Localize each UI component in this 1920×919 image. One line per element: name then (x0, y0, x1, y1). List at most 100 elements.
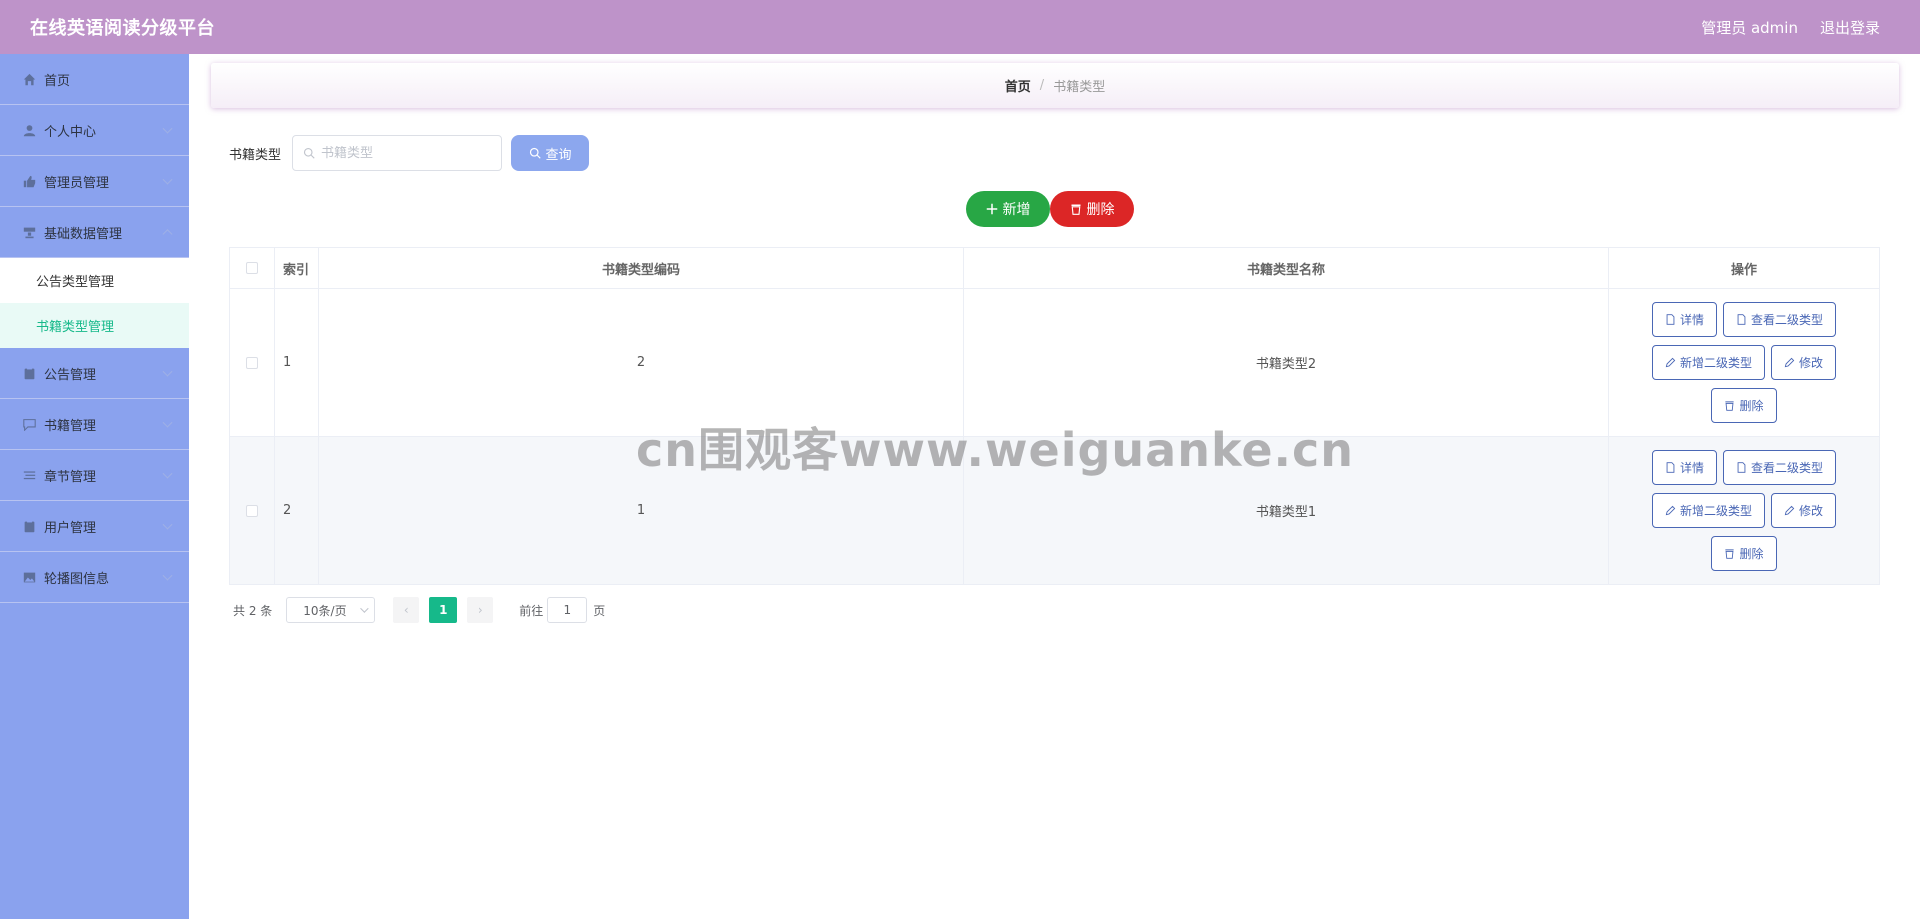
row-checkbox[interactable] (246, 356, 258, 369)
sidebar-subitem-book-type[interactable]: 书籍类型管理 (0, 303, 189, 348)
thumb-icon (22, 174, 36, 188)
sidebar-item-basic-data[interactable]: 基础数据管理 (0, 207, 189, 258)
sidebar-item-admin[interactable]: 管理员管理 (0, 156, 189, 207)
view-sub-type-button[interactable]: 查看二级类型 (1723, 450, 1837, 485)
top-header: 在线英语阅读分级平台 管理员 admin 退出登录 (0, 0, 1920, 54)
add-sub-label: 新增二级类型 (1679, 356, 1752, 370)
search-form: 书籍类型 查询 (229, 135, 590, 171)
add-button-label: 新增 (1002, 202, 1031, 218)
table-row: 2 1 书籍类型1 详情 查看二级类型 新增二级类型 修改 删除 (229, 436, 1880, 585)
server-icon (22, 225, 36, 239)
sidebar-item-label: 轮播图信息 (44, 571, 110, 587)
header-index: 索引 (274, 247, 319, 289)
home-icon (22, 72, 36, 86)
row-index: 1 (274, 288, 319, 437)
detail-button[interactable]: 详情 (1651, 302, 1717, 337)
plus-icon (986, 203, 997, 215)
total-count: 共 2 条 (233, 603, 273, 618)
app-title: 在线英语阅读分级平台 (30, 18, 215, 39)
detail-label: 详情 (1679, 461, 1704, 475)
sidebar-item-label: 个人中心 (44, 124, 97, 140)
search-icon (529, 147, 541, 159)
view-sub-type-button[interactable]: 查看二级类型 (1723, 302, 1837, 337)
add-sub-type-button[interactable]: 新增二级类型 (1651, 345, 1765, 380)
search-button[interactable]: 查询 (511, 135, 590, 171)
sidebar-item-books[interactable]: 书籍管理 (0, 399, 189, 450)
chevron-down-icon (162, 570, 173, 581)
row-check-cell (229, 288, 275, 437)
chevron-up-icon (162, 229, 173, 240)
chevron-down-icon (360, 604, 369, 613)
sidebar-item-label: 管理员管理 (44, 175, 110, 191)
batch-delete-button[interactable]: 删除 (1050, 191, 1134, 227)
header-name: 书籍类型名称 (963, 247, 1609, 289)
sidebar-item-label: 章节管理 (44, 469, 97, 485)
edit-button[interactable]: 修改 (1771, 345, 1837, 380)
chevron-down-icon (162, 174, 173, 185)
trash-icon (1725, 549, 1735, 559)
edit-button[interactable]: 修改 (1771, 493, 1837, 528)
sidebar-item-users[interactable]: 用户管理 (0, 501, 189, 552)
book-type-table: 索引 书籍类型编码 书籍类型名称 操作 1 2 书籍类型2 详情 查看二级类型 … (229, 247, 1880, 585)
row-checkbox[interactable] (246, 504, 258, 517)
chevron-down-icon (162, 123, 173, 134)
delete-label: 删除 (1739, 399, 1764, 413)
current-user: 管理员 admin (1701, 18, 1798, 37)
breadcrumb-separator: / (1039, 78, 1045, 93)
edit-icon (1784, 357, 1795, 368)
sidebar-item-notice[interactable]: 公告管理 (0, 348, 189, 399)
row-name: 书籍类型2 (963, 288, 1609, 437)
search-field[interactable] (292, 135, 503, 171)
trash-icon (1725, 401, 1735, 411)
breadcrumb-home[interactable]: 首页 (1005, 76, 1031, 95)
breadcrumb: 首页 / 书籍类型 (211, 63, 1899, 108)
sidebar-item-personal[interactable]: 个人中心 (0, 105, 189, 156)
detail-button[interactable]: 详情 (1651, 450, 1717, 485)
header-right: 管理员 admin 退出登录 (1701, 17, 1880, 38)
add-sub-type-button[interactable]: 新增二级类型 (1651, 493, 1765, 528)
delete-label: 删除 (1739, 547, 1764, 561)
delete-button[interactable]: 删除 (1711, 388, 1777, 423)
add-button[interactable]: 新增 (966, 191, 1050, 227)
sidebar-subitem-notice-type[interactable]: 公告类型管理 (0, 258, 189, 303)
search-label: 书籍类型 (229, 147, 282, 163)
delete-button[interactable]: 删除 (1711, 536, 1777, 571)
row-code: 1 (318, 436, 964, 585)
next-page-button[interactable]: › (467, 597, 494, 623)
basic-data-submenu: 公告类型管理 书籍类型管理 (0, 258, 189, 348)
page-size-select[interactable]: 10条/页 (286, 597, 376, 623)
search-button-label: 查询 (545, 147, 572, 163)
select-all-checkbox[interactable] (246, 262, 258, 274)
row-name: 书籍类型1 (963, 436, 1609, 585)
document-icon (1737, 462, 1746, 473)
prev-page-button[interactable]: ‹ (393, 597, 420, 623)
clipboard-icon (22, 366, 36, 380)
table-row: 1 2 书籍类型2 详情 查看二级类型 新增二级类型 修改 删除 (229, 288, 1880, 437)
document-icon (1737, 314, 1746, 325)
page-number-current[interactable]: 1 (429, 597, 458, 623)
sidebar-item-label: 公告管理 (44, 367, 97, 383)
select-all-cell (229, 247, 275, 289)
add-sub-label: 新增二级类型 (1679, 504, 1752, 518)
sidebar: 首页 个人中心 管理员管理 基础数据管理 公告类型管理 书籍类型管理 公告管理 … (0, 54, 189, 919)
header-ops: 操作 (1608, 247, 1880, 289)
row-check-cell (229, 436, 275, 585)
document-icon (1666, 314, 1675, 325)
row-code: 2 (318, 288, 964, 437)
header-code: 书籍类型编码 (318, 247, 964, 289)
detail-label: 详情 (1679, 313, 1704, 327)
sidebar-item-chapters[interactable]: 章节管理 (0, 450, 189, 501)
edit-icon (1665, 505, 1676, 516)
page-suffix: 页 (593, 603, 606, 618)
list-icon (22, 468, 36, 482)
delete-button-label: 删除 (1086, 202, 1115, 218)
logout-link[interactable]: 退出登录 (1820, 17, 1880, 38)
search-input[interactable] (321, 145, 492, 161)
goto-page-input[interactable] (547, 597, 588, 623)
sidebar-item-home[interactable]: 首页 (0, 54, 189, 105)
row-ops: 详情 查看二级类型 新增二级类型 修改 删除 (1608, 436, 1880, 585)
comment-icon (22, 417, 36, 431)
page-size-value: 10条/页 (303, 603, 347, 618)
sidebar-item-carousel[interactable]: 轮播图信息 (0, 552, 189, 603)
edit-icon (1665, 357, 1676, 368)
